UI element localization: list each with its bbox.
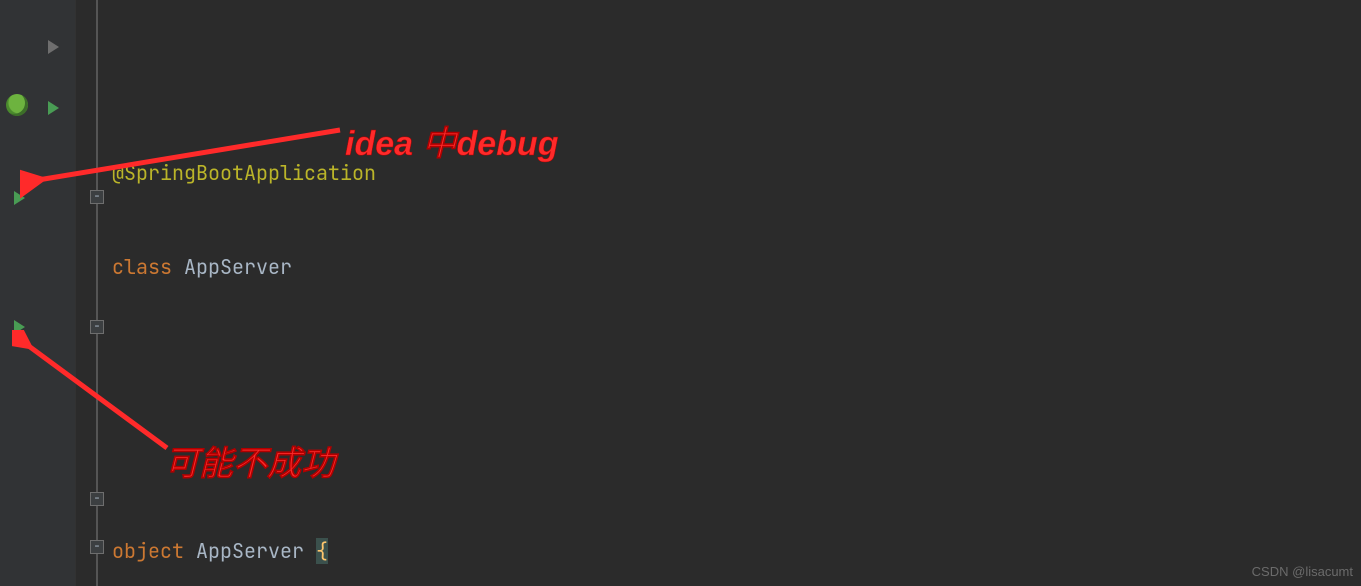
run-icon[interactable] [48, 101, 59, 115]
code-line[interactable] [112, 346, 1361, 379]
keyword: object [112, 538, 196, 564]
code-line[interactable] [112, 440, 1361, 473]
gutter [0, 0, 76, 586]
code-line[interactable] [112, 62, 1361, 95]
identifier: AppServer [196, 538, 316, 564]
code-line[interactable]: object AppServer { [112, 535, 1361, 568]
identifier: AppServer [184, 254, 292, 280]
watermark: CSDN @lisacumt [1252, 562, 1353, 582]
spring-icon [6, 94, 28, 116]
code-area[interactable]: @SpringBootApplication class AppServer o… [76, 0, 1361, 586]
run-icon[interactable] [14, 191, 25, 205]
annotation-text: @SpringBootApplication [112, 160, 376, 186]
code-line[interactable]: class AppServer [112, 251, 1361, 284]
keyword: class [112, 254, 184, 280]
run-icon[interactable] [14, 320, 25, 334]
run-icon[interactable] [48, 40, 59, 54]
code-line[interactable]: @SpringBootApplication [112, 157, 1361, 190]
code-editor[interactable]: − − − − @SpringBootApplication class App… [0, 0, 1361, 586]
gutter-run-column [0, 0, 36, 586]
brace: { [316, 538, 328, 564]
